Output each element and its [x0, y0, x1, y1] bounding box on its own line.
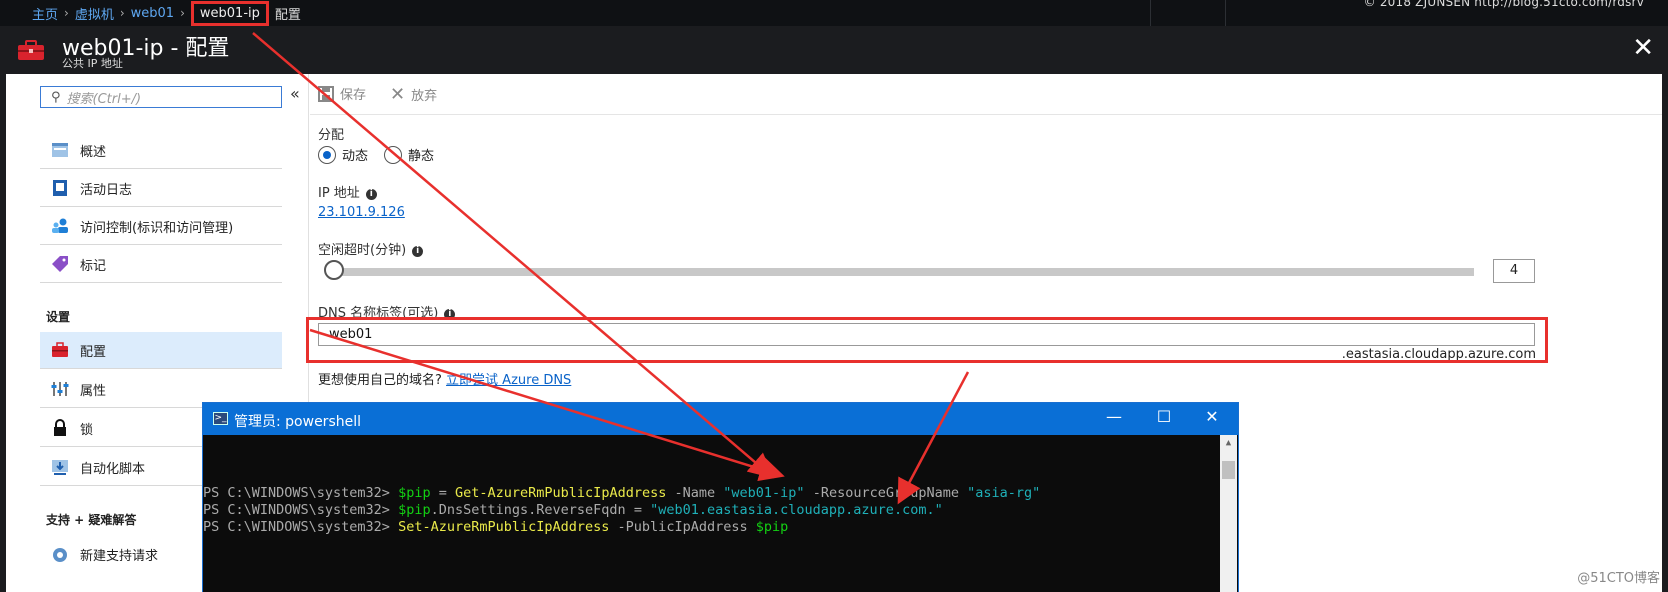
powershell-icon: >_: [213, 412, 228, 425]
prompt: PS C:\WINDOWS\system32>: [203, 519, 399, 535]
command-bar: 保存 ✕ 放弃: [310, 74, 1662, 115]
breadcrumb-home[interactable]: 主页: [32, 4, 58, 23]
static-label: 静态: [408, 149, 435, 164]
save-label: 保存: [340, 88, 367, 103]
azure-dns-hint: 更想使用自己的域名? 立即尝试 Azure DNS: [318, 369, 571, 388]
sidebar-item-label: 属性: [80, 383, 107, 399]
static-radio[interactable]: 静态: [384, 145, 434, 164]
idle-timeout-slider[interactable]: [336, 268, 1474, 276]
command-text: $pip.DnsSettings.ReverseFqdn = "web01.ea…: [398, 502, 943, 518]
section-settings: 设置: [46, 310, 71, 324]
search-input[interactable]: ⚲ 搜索(Ctrl+/): [40, 86, 282, 108]
idle-timeout-label: 空闲超时(分钟) i: [318, 239, 424, 258]
allocation-label: 分配: [318, 128, 345, 143]
info-icon[interactable]: i: [365, 189, 377, 200]
breadcrumb-vms[interactable]: 虚拟机: [75, 4, 114, 23]
powershell-title: 管理员: powershell: [234, 414, 361, 430]
frame-border: [1662, 74, 1668, 592]
breadcrumb-separator: ›: [180, 6, 185, 20]
save-button[interactable]: 保存: [318, 84, 366, 103]
breadcrumb-bar: 主页 › 虚拟机 › web01 › web01-ip 配置 © 2018 ZJ…: [0, 0, 1668, 26]
sidebar-item-label: 访问控制(标识和访问管理): [80, 220, 234, 236]
breadcrumb-separator: ›: [119, 6, 125, 20]
sidebar-item-overview[interactable]: 概述: [40, 132, 282, 169]
breadcrumb: 主页 › 虚拟机 › web01 › web01-ip 配置: [32, 0, 301, 26]
maximize-icon[interactable]: ☐: [1144, 407, 1184, 426]
ip-address-label: IP 地址 i: [318, 182, 377, 201]
blade-header: web01-ip - 配置 公共 IP 地址 ✕: [0, 26, 1668, 74]
watermark: @51CTO博客: [1577, 571, 1660, 586]
highlight-box: [306, 317, 1548, 363]
console-line: PS C:\WINDOWS\system32> $pip.DnsSettings…: [203, 502, 943, 518]
breadcrumb-web01[interactable]: web01: [131, 6, 174, 21]
breadcrumb-separator: ›: [64, 6, 69, 20]
minimize-icon[interactable]: —: [1094, 407, 1134, 426]
prompt: PS C:\WINDOWS\system32>: [203, 485, 399, 501]
sidebar-item-activity-log[interactable]: 活动日志: [40, 170, 282, 207]
scroll-up-icon[interactable]: ▲: [1220, 435, 1237, 452]
scroll-thumb[interactable]: [1222, 461, 1235, 479]
activity-log-icon: [53, 180, 67, 196]
prompt: PS C:\WINDOWS\system32>: [203, 502, 399, 518]
sidebar-item-label: 自动化脚本: [80, 461, 146, 477]
powershell-titlebar: >_ 管理员: powershell — ☐ ✕: [203, 403, 1238, 435]
sidebar-item-tags[interactable]: 标记: [40, 246, 282, 283]
sidebar-item-access-control[interactable]: 访问控制(标识和访问管理): [40, 208, 282, 245]
powershell-window: >_ 管理员: powershell — ☐ ✕ PS C:\WINDOWS\s…: [203, 403, 1238, 592]
powershell-console[interactable]: PS C:\WINDOWS\system32> $pip = Get-Azure…: [203, 435, 1238, 592]
sidebar-item-configuration[interactable]: 配置: [40, 332, 282, 369]
sidebar-item-label: 锁: [80, 422, 94, 438]
support-icon: [53, 547, 67, 562]
page-subtitle: 公共 IP 地址: [62, 57, 123, 70]
tag-icon: [52, 256, 68, 272]
idle-timeout-input[interactable]: 4: [1493, 259, 1535, 283]
console-line: PS C:\WINDOWS\system32> Set-AzureRmPubli…: [203, 519, 788, 535]
lock-icon: [54, 419, 66, 436]
breadcrumb-last: 配置: [274, 7, 301, 23]
command-text: Set-AzureRmPublicIpAddress -PublicIpAddr…: [398, 519, 789, 535]
dynamic-radio[interactable]: 动态: [318, 145, 368, 164]
section-support: 支持 + 疑难解答: [46, 513, 137, 527]
search-placeholder: 搜索(Ctrl+/): [66, 91, 142, 107]
divider: [1150, 0, 1151, 26]
hint-text: 更想使用自己的域名?: [318, 373, 442, 388]
breadcrumb-current[interactable]: web01-ip: [190, 0, 269, 26]
info-icon[interactable]: i: [412, 246, 424, 257]
close-icon[interactable]: ✕: [1632, 33, 1654, 63]
discard-icon: ✕: [390, 84, 406, 105]
users-icon: [52, 218, 68, 233]
save-icon: [318, 85, 334, 102]
toolbox-icon: [18, 40, 44, 60]
properties-icon: [51, 382, 69, 396]
search-icon: ⚲: [51, 89, 61, 105]
slider-handle[interactable]: [324, 260, 344, 280]
ip-address-value[interactable]: 23.101.9.126: [318, 205, 405, 220]
dynamic-label: 动态: [342, 149, 369, 164]
console-scrollbar[interactable]: ▲: [1220, 435, 1237, 592]
radio-indicator: [318, 145, 336, 164]
toolbox-icon: [52, 342, 68, 357]
radio-indicator: [384, 145, 402, 164]
azure-dns-link[interactable]: 立即尝试 Azure DNS: [446, 373, 571, 388]
sidebar-item-label: 标记: [80, 258, 107, 274]
ip-address-label-text: IP 地址: [318, 186, 360, 201]
sidebar-item-label: 配置: [80, 344, 107, 360]
console-line: PS C:\WINDOWS\system32> $pip = Get-Azure…: [203, 485, 1040, 501]
idle-timeout-label-text: 空闲超时(分钟): [318, 243, 407, 258]
divider: [1225, 0, 1226, 26]
copyright-watermark: © 2018 ZJUNSEN http://blog.51cto.com/rds…: [1363, 0, 1644, 9]
command-text: $pip = Get-AzureRmPublicIpAddress -Name …: [398, 485, 1041, 501]
sidebar-item-label: 活动日志: [80, 182, 133, 198]
overview-icon: [52, 143, 68, 157]
close-icon[interactable]: ✕: [1192, 407, 1232, 426]
download-script-icon: [52, 460, 68, 475]
sidebar-item-label: 新建支持请求: [80, 549, 159, 564]
discard-button[interactable]: ✕ 放弃: [390, 84, 437, 105]
collapse-icon[interactable]: «: [290, 84, 300, 103]
discard-label: 放弃: [411, 89, 438, 104]
sidebar-item-label: 概述: [80, 144, 107, 160]
